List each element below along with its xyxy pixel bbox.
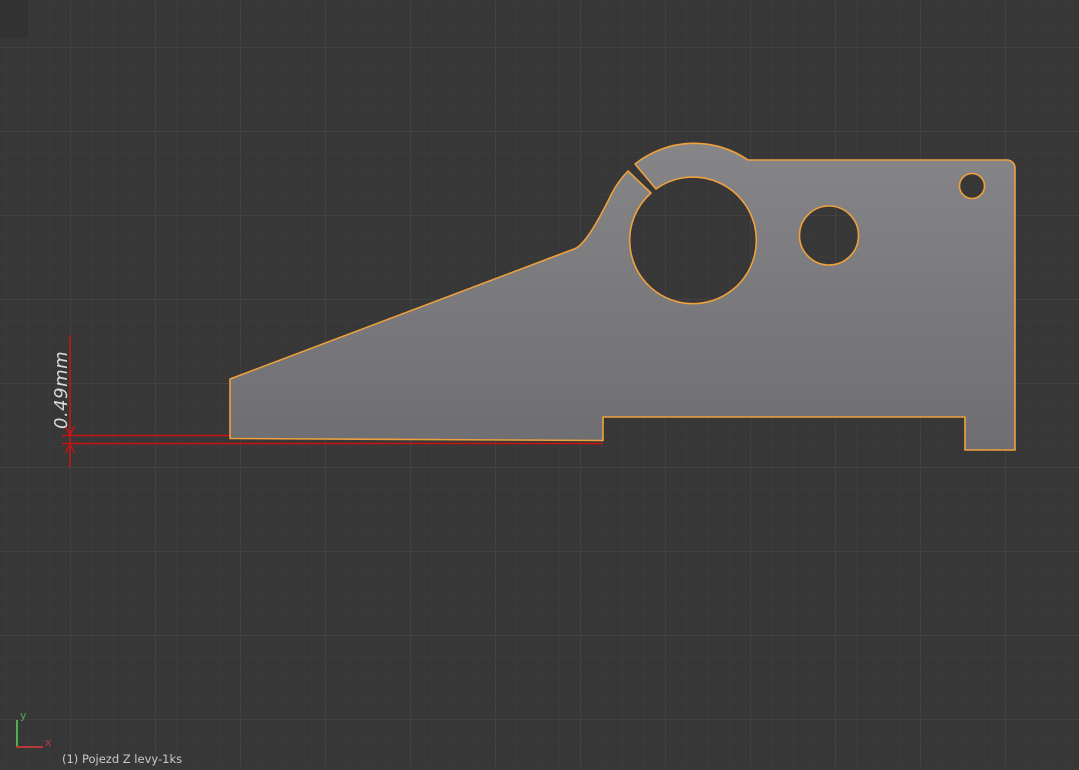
status-object-name: (1) Pojezd Z levy-1ks xyxy=(62,752,182,766)
dimension-value-label: 0.49mm xyxy=(51,351,72,429)
y-axis-label: y xyxy=(20,709,27,722)
part-mesh-pojezd[interactable] xyxy=(230,143,1015,450)
x-axis-label: x xyxy=(45,736,52,749)
3d-viewport[interactable]: 0.49mm y x (1) Pojezd Z levy-1ks xyxy=(0,0,1079,770)
viewport-canvas: 0.49mm y x (1) Pojezd Z levy-1ks xyxy=(0,0,1079,770)
axis-gizmo: y x xyxy=(16,709,52,749)
